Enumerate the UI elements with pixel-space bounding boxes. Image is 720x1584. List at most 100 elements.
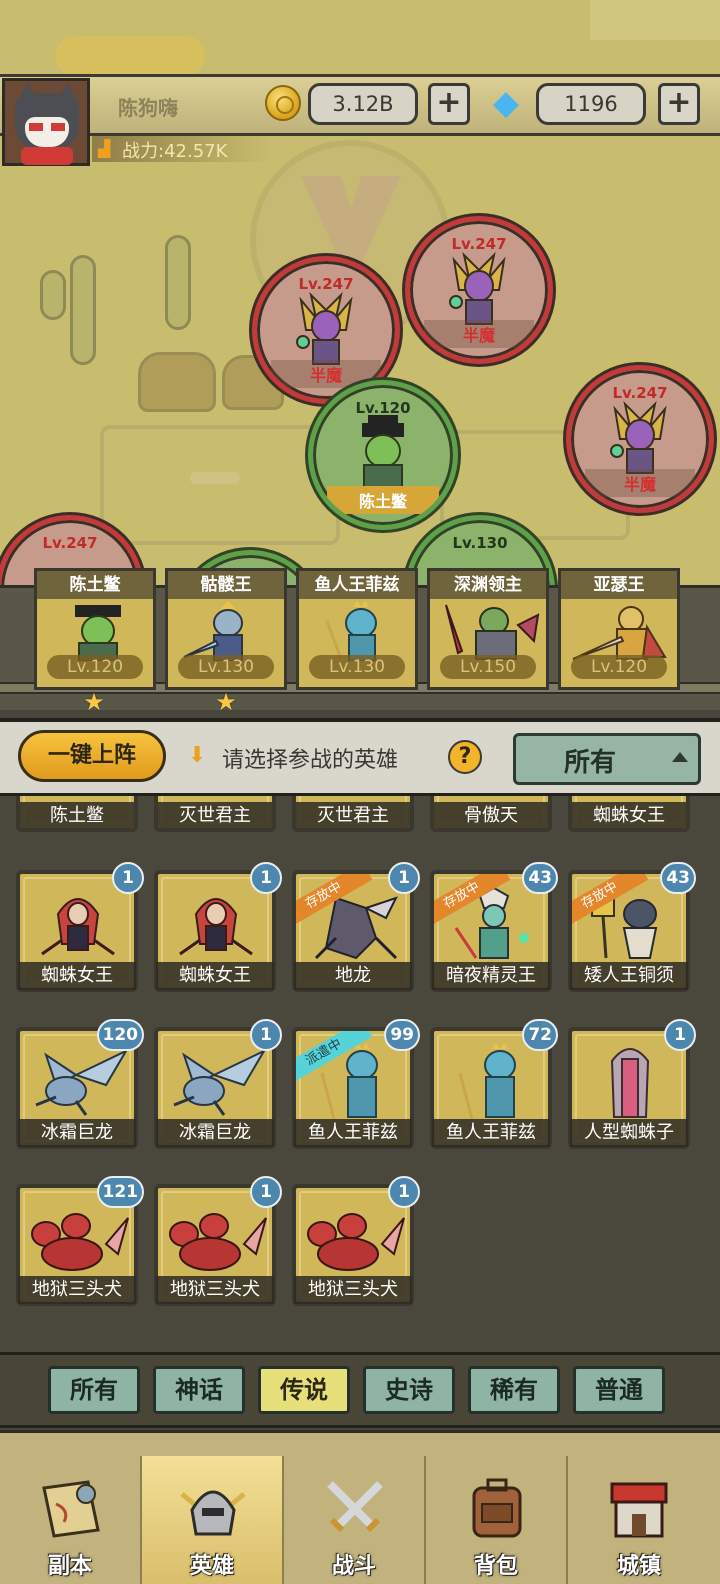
frost-dragon-portrait (35, 1048, 129, 1116)
unit-level: Lv.247 (42, 533, 98, 552)
gem-amount: 1196 (536, 83, 646, 125)
hero-card[interactable]: 存放中 1 地龙 (292, 862, 420, 992)
map-scroll-icon (42, 1480, 100, 1538)
gold-coin-icon (265, 85, 301, 121)
combat-power-value: 战力:42.57K (122, 141, 228, 162)
hero-name: 地狱三头犬 (156, 1276, 274, 1304)
tab-common[interactable]: 普通 (573, 1366, 665, 1414)
tab-all[interactable]: 所有 (48, 1366, 140, 1414)
star-icon: ★ (215, 688, 237, 716)
player-name: 陈狗嗨 (118, 96, 178, 120)
count-badge: 1 (250, 862, 282, 894)
demon-sprite (610, 400, 667, 474)
cerberus-portrait (307, 1213, 405, 1271)
cerberus-portrait (31, 1213, 129, 1271)
team-hero-name: 深渊领主 (430, 571, 546, 599)
team-hero-level: Lv.150 (440, 655, 536, 679)
nav-backpack[interactable]: 背包 (426, 1456, 568, 1584)
nav-label: 背包 (473, 1554, 518, 1579)
cerberus-portrait (169, 1213, 267, 1271)
hero-filter-dropdown[interactable]: 所有 (513, 733, 701, 785)
count-badge: 120 (96, 1019, 144, 1051)
enemy-unit[interactable]: Lv.247 半魔 (566, 365, 714, 513)
hero-name: 地狱三头犬 (294, 1276, 412, 1304)
nav-label: 英雄 (189, 1554, 234, 1579)
dispatched-ribbon: 派遣中 (296, 1031, 376, 1111)
hero-name: 暗夜精灵王 (432, 962, 550, 990)
helmet-icon (180, 1490, 246, 1536)
add-gems-button[interactable]: + (658, 83, 700, 125)
turtle-sprite (362, 415, 404, 492)
abyss-lord-portrait (445, 604, 540, 660)
stored-ribbon: 存放中 (296, 874, 376, 954)
nav-heroes[interactable]: 英雄 (142, 1456, 284, 1584)
team-slot[interactable]: 亚瑟王 Lv.120 (558, 568, 680, 690)
spider-girl-portrait (610, 1048, 650, 1118)
count-badge: 1 (112, 862, 144, 894)
count-badge: 1 (388, 862, 420, 894)
spider-queen-portrait (41, 898, 115, 956)
add-gold-button[interactable]: + (428, 83, 470, 125)
star-icon: ★ (83, 688, 105, 716)
hero-card[interactable]: 存放中 43 矮人王铜须 (568, 862, 696, 992)
cactus-decoration (40, 270, 66, 320)
hero-card[interactable]: 1 地狱三头犬 (154, 1176, 282, 1306)
help-icon[interactable]: ? (448, 740, 482, 774)
hero-name: 冰霜巨龙 (156, 1119, 274, 1147)
frost-dragon-portrait (173, 1048, 267, 1116)
nav-battle[interactable]: 战斗 (284, 1456, 426, 1584)
ally-unit[interactable]: Lv.120 陈土鳖 (308, 380, 458, 530)
tab-legendary[interactable]: 传说 (258, 1366, 350, 1414)
nav-label: 副本 (47, 1554, 92, 1579)
hero-card[interactable]: 1 蜘蛛女王 (16, 862, 144, 992)
tab-mythic[interactable]: 神话 (153, 1366, 245, 1414)
backpack-icon (472, 1478, 522, 1538)
count-badge: 1 (664, 1019, 696, 1051)
stored-ribbon: 存放中 (572, 874, 652, 954)
hero-card[interactable]: 1 冰霜巨龙 (154, 1019, 282, 1149)
hero-name: 矮人王铜须 (570, 962, 688, 990)
tab-rare[interactable]: 稀有 (468, 1366, 560, 1414)
stored-label: 存放中 (296, 874, 373, 930)
hero-name: 地狱三头犬 (18, 1276, 136, 1304)
dragon-skeleton-decoration (55, 36, 205, 76)
hero-name: 陈土鳖 (20, 802, 134, 828)
hero-card[interactable]: 1 蜘蛛女王 (154, 862, 282, 992)
team-slot[interactable]: 骷髅王 Lv.130 (165, 568, 287, 690)
town-building-icon (610, 1482, 668, 1538)
crossed-swords-icon (327, 1481, 383, 1533)
hero-card[interactable]: 派遣中 99 鱼人王菲兹 (292, 1019, 420, 1149)
hero-name: 鱼人王菲兹 (294, 1119, 412, 1147)
tab-epic[interactable]: 史诗 (363, 1366, 455, 1414)
nav-town[interactable]: 城镇 (568, 1456, 710, 1584)
king-arthur-portrait (572, 606, 667, 660)
hero-name: 地龙 (294, 962, 412, 990)
hero-card[interactable]: 120 冰霜巨龙 (16, 1019, 144, 1149)
stored-label: 存放中 (572, 874, 649, 930)
caret-up-icon (672, 752, 688, 762)
count-badge: 72 (522, 1019, 558, 1051)
hero-card[interactable]: 1 人型蜘蛛子 (568, 1019, 696, 1149)
team-hero-name: 骷髅王 (168, 571, 284, 599)
hero-name: 灭世君主 (296, 802, 410, 828)
fishman-portrait (325, 601, 377, 661)
hero-card[interactable]: 121 地狱三头犬 (16, 1176, 144, 1306)
team-slot[interactable]: 鱼人王菲兹 Lv.130 (296, 568, 418, 690)
hero-name: 骨傲天 (434, 802, 548, 828)
hero-card[interactable]: 1 地狱三头犬 (292, 1176, 420, 1306)
player-avatar[interactable] (2, 78, 90, 166)
unit-name: 陈土鳖 (327, 485, 439, 514)
nav-label: 战斗 (331, 1554, 376, 1579)
hero-card[interactable]: 72 鱼人王菲兹 (430, 1019, 558, 1149)
hero-name: 人型蜘蛛子 (570, 1119, 688, 1147)
hero-card[interactable]: 存放中 43 暗夜精灵王 (430, 862, 558, 992)
hero-name: 鱼人王菲兹 (432, 1119, 550, 1147)
quick-deploy-button[interactable]: 一键上阵 (18, 730, 166, 782)
cat-avatar-icon (15, 83, 79, 151)
count-badge: 1 (388, 1176, 420, 1208)
team-slot[interactable]: 陈土鳖 Lv.120 (34, 568, 156, 690)
nav-dungeon[interactable]: 副本 (0, 1456, 142, 1584)
unit-level: Lv.130 (452, 534, 508, 552)
team-slot[interactable]: 深渊领主 Lv.150 (427, 568, 549, 690)
enemy-unit[interactable]: Lv.247 半魔 (405, 216, 553, 364)
